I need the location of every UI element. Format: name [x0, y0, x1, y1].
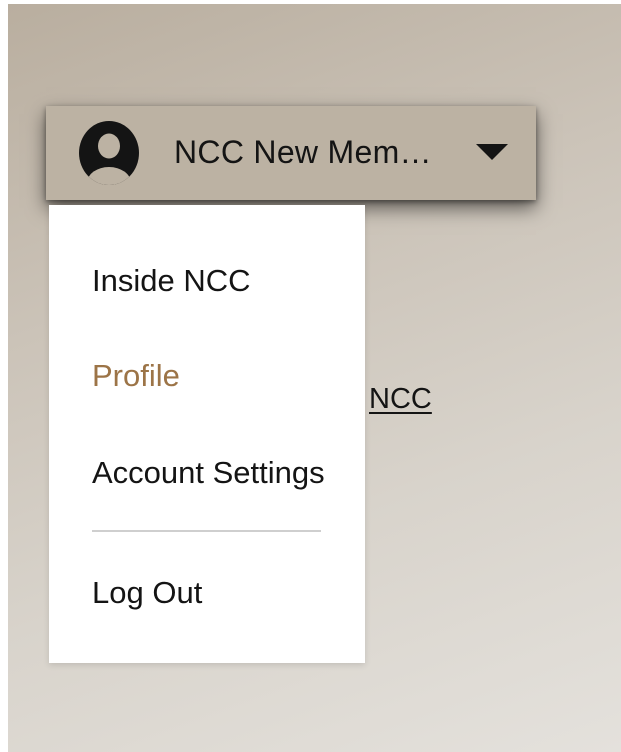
account-name: NCC New Mem…	[174, 134, 432, 170]
menu-divider	[92, 530, 321, 532]
user-circle-icon	[79, 121, 139, 185]
account-dropdown-menu: Inside NCC Profile Account Settings Log …	[49, 205, 365, 663]
menu-item-profile[interactable]: Profile	[92, 358, 180, 394]
menu-item-log-out[interactable]: Log Out	[92, 575, 202, 611]
account-menu-button[interactable]: NCC New Mem…	[46, 106, 536, 200]
background-ncc-link[interactable]: NCC	[369, 383, 432, 416]
caret-down-icon	[476, 144, 508, 160]
menu-item-inside-ncc[interactable]: Inside NCC	[92, 263, 251, 299]
menu-item-account-settings[interactable]: Account Settings	[92, 455, 325, 491]
